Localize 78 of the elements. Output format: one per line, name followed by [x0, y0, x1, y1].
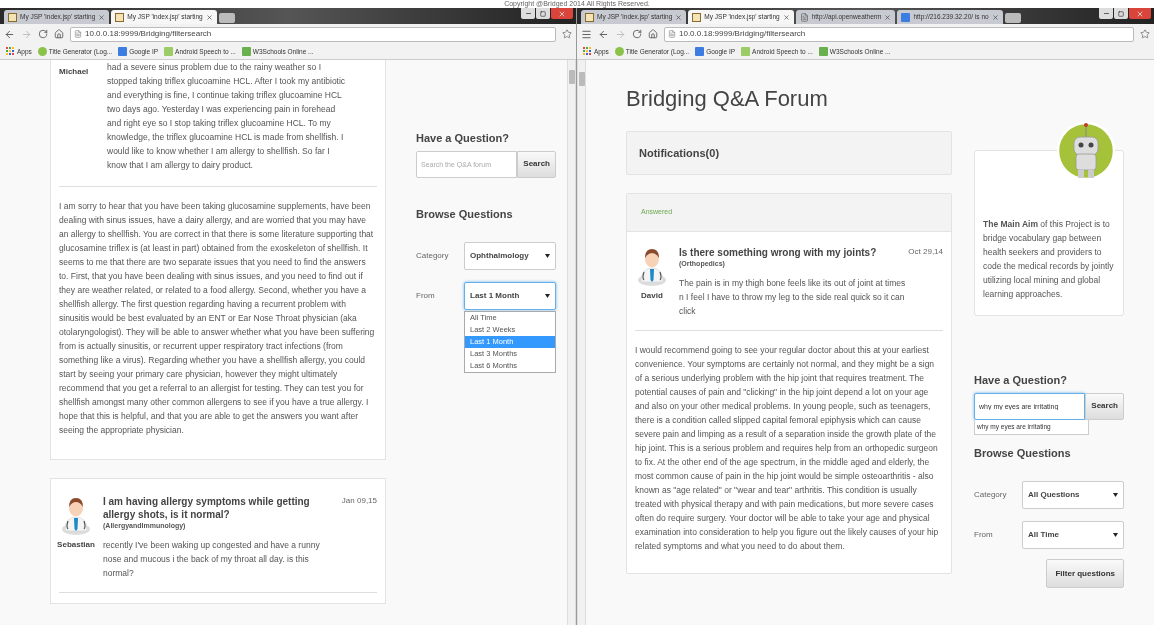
menu-icon[interactable]: [581, 28, 592, 40]
close-icon[interactable]: [991, 13, 999, 21]
caret-icon: [1113, 533, 1118, 537]
maximize-button[interactable]: [536, 8, 550, 19]
close-icon[interactable]: [782, 13, 790, 21]
caret-icon: [545, 294, 550, 298]
search-button[interactable]: Search: [517, 150, 556, 178]
dropdown-select[interactable]: Last 1 Month: [464, 282, 556, 310]
field-label: Category: [974, 489, 1008, 501]
minimize-button[interactable]: [521, 8, 535, 19]
apps-grid-icon: [583, 47, 592, 56]
question-text: The pain is in my thigh bone feels like its out of joint at times n I feel I have to throw my leg to the side real quick so it can click: [679, 276, 907, 318]
close-icon: [1136, 9, 1144, 18]
question-text: had a severe sinus problem due to the rainy weather so I stopped taking triflex glucoamine HCL. After I took my antibiotic and everything is fine, I continue taking triflex glucoamine HCL two days ago. Yesterday I was experiencing pain in forehead and right eye so I stop taking triflex glucoamine HCL. To my knowledge, the triflex glucoamine HCL is made from shellfish. I would like to know whether I am allergy to shellfish. So far I know that I am allergy to dairy product.: [107, 61, 347, 172]
apps-grid-icon: [6, 47, 15, 56]
scrollbar[interactable]: [567, 60, 576, 625]
close-window-button[interactable]: [1129, 8, 1151, 19]
reload-icon[interactable]: [38, 29, 48, 39]
author-name: Michael: [59, 66, 90, 78]
back-icon[interactable]: [4, 28, 15, 40]
new-tab-button[interactable]: [218, 13, 235, 23]
bookmark-star-icon[interactable]: [562, 29, 572, 39]
field-label: From: [974, 529, 994, 541]
notifications-panel[interactable]: Notifications(0): [626, 131, 952, 175]
question-date: Oct 29,14: [908, 246, 943, 258]
answer-text: I am sorry to hear that you have been taking glucosamine supplements, have been dealing with sinus issues, have a dairy allergy, and are worried that you may have an allergy to shellfish. You are correct in that there is some literature supporting that glucosamine triflex is (at least in part) obtained from the exoskeleton of shellfish. It seems to me that there are two separate issues that you need to find the answers to. First, that you have been dealing with sinus issues, and you need to find out if they are weather related, or related to a food allergy. Second, whether you have a shellfish allergy. The first question regarding having a recurrent problem with sinusitis would be best evaluated by an ENT or Ear Nose Throat physician (aka otolaryngologist). They will be able to answer whether what you have been suffering from is actually sinusitis, or recurrent upper respiratory tract infections (from something like a virus). Regarding whether you have a shellfish allergy, you could start by seeing your primary care physician, however they might ultimately recommend that you get a referral to an allergist for testing. They can test you for shellfish amongst many other common allergens to see if you have a true allergy. I hope that this is helpful, and that you are able to get the answers you want after seeing the appropriate physician.: [59, 200, 376, 437]
home-icon[interactable]: [54, 29, 64, 39]
close-icon[interactable]: [205, 13, 213, 21]
minimize-icon: [1102, 10, 1110, 17]
doctor-avatar-icon: [61, 495, 91, 535]
dropdown-select[interactable]: All Time: [1022, 521, 1124, 549]
filter-questions-button[interactable]: Filter questions: [1046, 559, 1124, 588]
caret-icon: [1113, 493, 1118, 497]
close-icon[interactable]: [98, 13, 106, 21]
image-favicon-icon: [8, 12, 17, 22]
page-title: Bridging Q&A Forum: [626, 85, 829, 113]
bookmark-star-icon[interactable]: [1140, 29, 1150, 39]
question-title[interactable]: Is there something wrong with my joints?: [679, 246, 877, 259]
section-heading: Browse Questions: [974, 445, 1072, 461]
reload-icon[interactable]: [632, 29, 642, 39]
maximize-icon: [540, 10, 546, 17]
address-bar[interactable]: 10.0.0.18:9999/Bridging/filtersearch: [70, 26, 556, 42]
answer-text: I would recommend going to see your regular doctor about this at your earliest convenience. Your symptoms are certainly not normal, and they might be a sign of a serious underlying problem with the hip joint that requires treatment. The potential causes of pain and "clicking" in the hip joint depend a lot on your age and also on your other medical problems. In young people, such as teenagers, there is a condition called slipped capital femoral epiphysis which can cause severe pain and limping as a result of a separation inside the growth plate of the hip joint. This is a serious problem and requires help from an orthopedic surgeon to fix. At the other end of the age spectrum, in the middle aged and elderly, the most common cause of pain in the hip joint would be simple osteoarthritis - also known as "age related" or "wear and tear" arthritis. This condition is usually treated with physical therapy and with pain medications, but more severe cases often do require surgery. Your doctor will be able to take your age and physical examination into consideration to help you figure out the likely causes of your hip related symptoms and what you need to do about them.: [635, 343, 940, 553]
dropdown-select[interactable]: All Questions: [1022, 481, 1124, 509]
maximize-button[interactable]: [1114, 8, 1128, 19]
back-icon[interactable]: [598, 28, 609, 40]
scrollbar[interactable]: [577, 60, 586, 625]
close-window-button[interactable]: [551, 8, 573, 19]
question-date: Jan 09,15: [341, 495, 377, 507]
author-name: Sebastian: [57, 539, 95, 551]
field-label: Category: [416, 250, 450, 262]
caret-icon: [545, 254, 550, 258]
minimize-button[interactable]: [1099, 8, 1113, 19]
new-tab-button[interactable]: [1004, 13, 1021, 23]
author-name: David: [641, 290, 663, 302]
dropdown-select[interactable]: Ophthalmology: [464, 242, 556, 270]
section-heading: Have a Question?: [416, 131, 510, 146]
search-button[interactable]: Search: [1085, 392, 1124, 420]
home-icon[interactable]: [648, 29, 658, 39]
close-icon[interactable]: [884, 13, 892, 21]
page-icon: [74, 30, 82, 38]
maximize-icon: [1118, 10, 1124, 17]
close-icon: [558, 9, 566, 18]
page-icon: [668, 30, 676, 38]
field-label: From: [416, 290, 436, 302]
page-icon: [799, 12, 809, 22]
image-favicon-icon: [692, 12, 702, 22]
section-heading: Have a Question?: [974, 373, 1068, 388]
section-heading: Browse Questions: [416, 206, 514, 222]
address-bar[interactable]: 10.0.0.18:9999/Bridging/filtersearch: [664, 26, 1134, 42]
close-icon[interactable]: [675, 13, 683, 21]
image-favicon-icon: [115, 12, 125, 22]
about-text: The Main Aim of this Project is to bridge vocabulary gap between health seekers and providers to code the medical records by jointly utilizing local mining and global learning approaches.: [983, 218, 1115, 301]
question-title[interactable]: I am having allergy symptoms while getting allergy shots, is it normal?: [103, 495, 336, 521]
image-favicon-icon: [585, 12, 594, 22]
doctor-avatar-icon: [637, 246, 667, 286]
minimize-icon: [524, 10, 532, 17]
question-text: recently I've been waking up congested and have a runny nose and mucous i the back of my throat all day. is this normal?: [103, 538, 321, 580]
